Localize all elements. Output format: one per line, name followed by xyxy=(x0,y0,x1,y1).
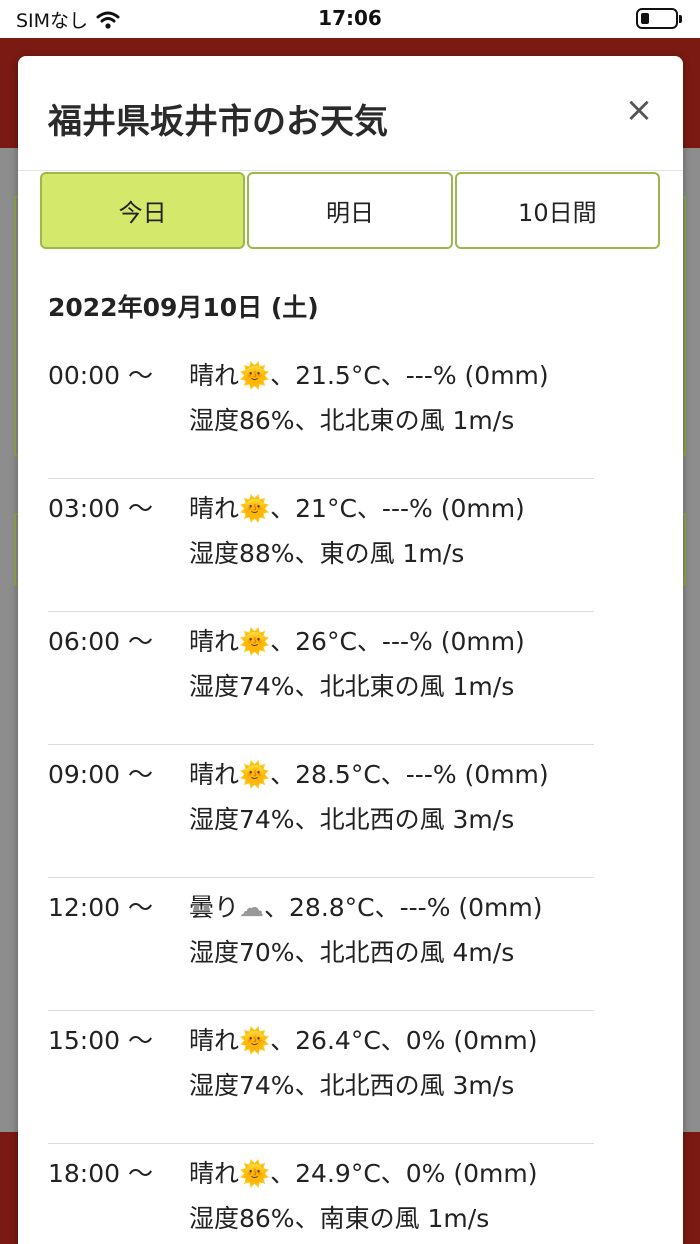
row-details: 、24.9°C、0% (0mm) xyxy=(270,1159,538,1188)
forecast-list: 00:00 〜 晴れ🌞、21.5°C、---% (0mm) 湿度86%、北北東の… xyxy=(48,346,594,1244)
row-time: 03:00 〜 xyxy=(48,494,153,523)
row-line2: 湿度88%、東の風 1m/s xyxy=(189,539,465,568)
row-time: 09:00 〜 xyxy=(48,760,153,789)
sun-icon: 🌞 xyxy=(239,361,271,390)
row-line2: 湿度74%、北北西の風 3m/s xyxy=(189,1071,515,1100)
row-weather: 晴れ xyxy=(189,1026,240,1055)
row-line2: 湿度70%、北北西の風 4m/s xyxy=(189,938,515,967)
modal-header: 福井県坂井市のお天気 × xyxy=(18,56,683,171)
row-time: 18:00 〜 xyxy=(48,1159,153,1188)
tab-today[interactable]: 今日 xyxy=(40,172,246,249)
day-tabs: 今日 明日 10日間 xyxy=(40,172,660,250)
close-button[interactable]: × xyxy=(621,92,657,128)
row-line2: 湿度74%、北北西の風 3m/s xyxy=(189,805,515,834)
tab-10days[interactable]: 10日間 xyxy=(454,172,660,249)
row-line1: 曇り☁、28.8°C、---% (0mm) xyxy=(189,888,543,924)
row-details: 、26.4°C、0% (0mm) xyxy=(270,1026,538,1055)
row-line1: 晴れ🌞、26.4°C、0% (0mm) xyxy=(189,1021,538,1057)
row-time: 06:00 〜 xyxy=(48,627,153,656)
status-bar: SIMなし 17:06 xyxy=(0,0,700,38)
row-details: 、21°C、---% (0mm) xyxy=(270,494,525,523)
sun-icon: 🌞 xyxy=(239,627,271,656)
cloud-icon: ☁ xyxy=(239,893,265,922)
weather-modal: 福井県坂井市のお天気 × 今日 明日 10日間 2022年09月10日 (土) … xyxy=(18,56,683,1244)
forecast-row: 12:00 〜 曇り☁、28.8°C、---% (0mm) 湿度70%、北北西の… xyxy=(48,878,594,1011)
row-details: 、28.5°C、---% (0mm) xyxy=(270,760,549,789)
forecast-date: 2022年09月10日 (土) xyxy=(48,293,319,322)
forecast-row: 00:00 〜 晴れ🌞、21.5°C、---% (0mm) 湿度86%、北北東の… xyxy=(48,346,594,479)
forecast-row: 18:00 〜 晴れ🌞、24.9°C、0% (0mm) 湿度86%、南東の風 1… xyxy=(48,1144,594,1244)
battery-icon xyxy=(636,8,682,29)
row-weather: 曇り xyxy=(189,893,240,922)
row-details: 、21.5°C、---% (0mm) xyxy=(270,361,549,390)
row-line1: 晴れ🌞、28.5°C、---% (0mm) xyxy=(189,755,549,791)
row-time: 12:00 〜 xyxy=(48,893,153,922)
sun-icon: 🌞 xyxy=(239,760,271,789)
forecast-row: 15:00 〜 晴れ🌞、26.4°C、0% (0mm) 湿度74%、北北西の風 … xyxy=(48,1011,594,1144)
row-line2: 湿度86%、南東の風 1m/s xyxy=(189,1204,490,1233)
row-weather: 晴れ xyxy=(189,627,240,656)
row-weather: 晴れ xyxy=(189,361,240,390)
row-line2: 湿度86%、北北東の風 1m/s xyxy=(189,406,515,435)
clock: 17:06 xyxy=(318,6,382,30)
forecast-row: 06:00 〜 晴れ🌞、26°C、---% (0mm) 湿度74%、北北東の風 … xyxy=(48,612,594,745)
tab-tomorrow[interactable]: 明日 xyxy=(247,172,453,249)
row-details: 、26°C、---% (0mm) xyxy=(270,627,525,656)
row-line1: 晴れ🌞、24.9°C、0% (0mm) xyxy=(189,1154,538,1190)
modal-title: 福井県坂井市のお天気 xyxy=(48,102,388,142)
row-line1: 晴れ🌞、21°C、---% (0mm) xyxy=(189,489,525,525)
row-time: 15:00 〜 xyxy=(48,1026,153,1055)
sun-icon: 🌞 xyxy=(239,1026,271,1055)
forecast-row: 03:00 〜 晴れ🌞、21°C、---% (0mm) 湿度88%、東の風 1m… xyxy=(48,479,594,612)
row-line1: 晴れ🌞、21.5°C、---% (0mm) xyxy=(189,356,549,392)
row-details: 、28.8°C、---% (0mm) xyxy=(264,893,543,922)
sun-icon: 🌞 xyxy=(239,1159,271,1188)
row-weather: 晴れ xyxy=(189,1159,240,1188)
row-weather: 晴れ xyxy=(189,494,240,523)
row-line1: 晴れ🌞、26°C、---% (0mm) xyxy=(189,622,525,658)
row-line2: 湿度74%、北北東の風 1m/s xyxy=(189,672,515,701)
row-time: 00:00 〜 xyxy=(48,361,153,390)
row-weather: 晴れ xyxy=(189,760,240,789)
forecast-row: 09:00 〜 晴れ🌞、28.5°C、---% (0mm) 湿度74%、北北西の… xyxy=(48,745,594,878)
sun-icon: 🌞 xyxy=(239,494,271,523)
